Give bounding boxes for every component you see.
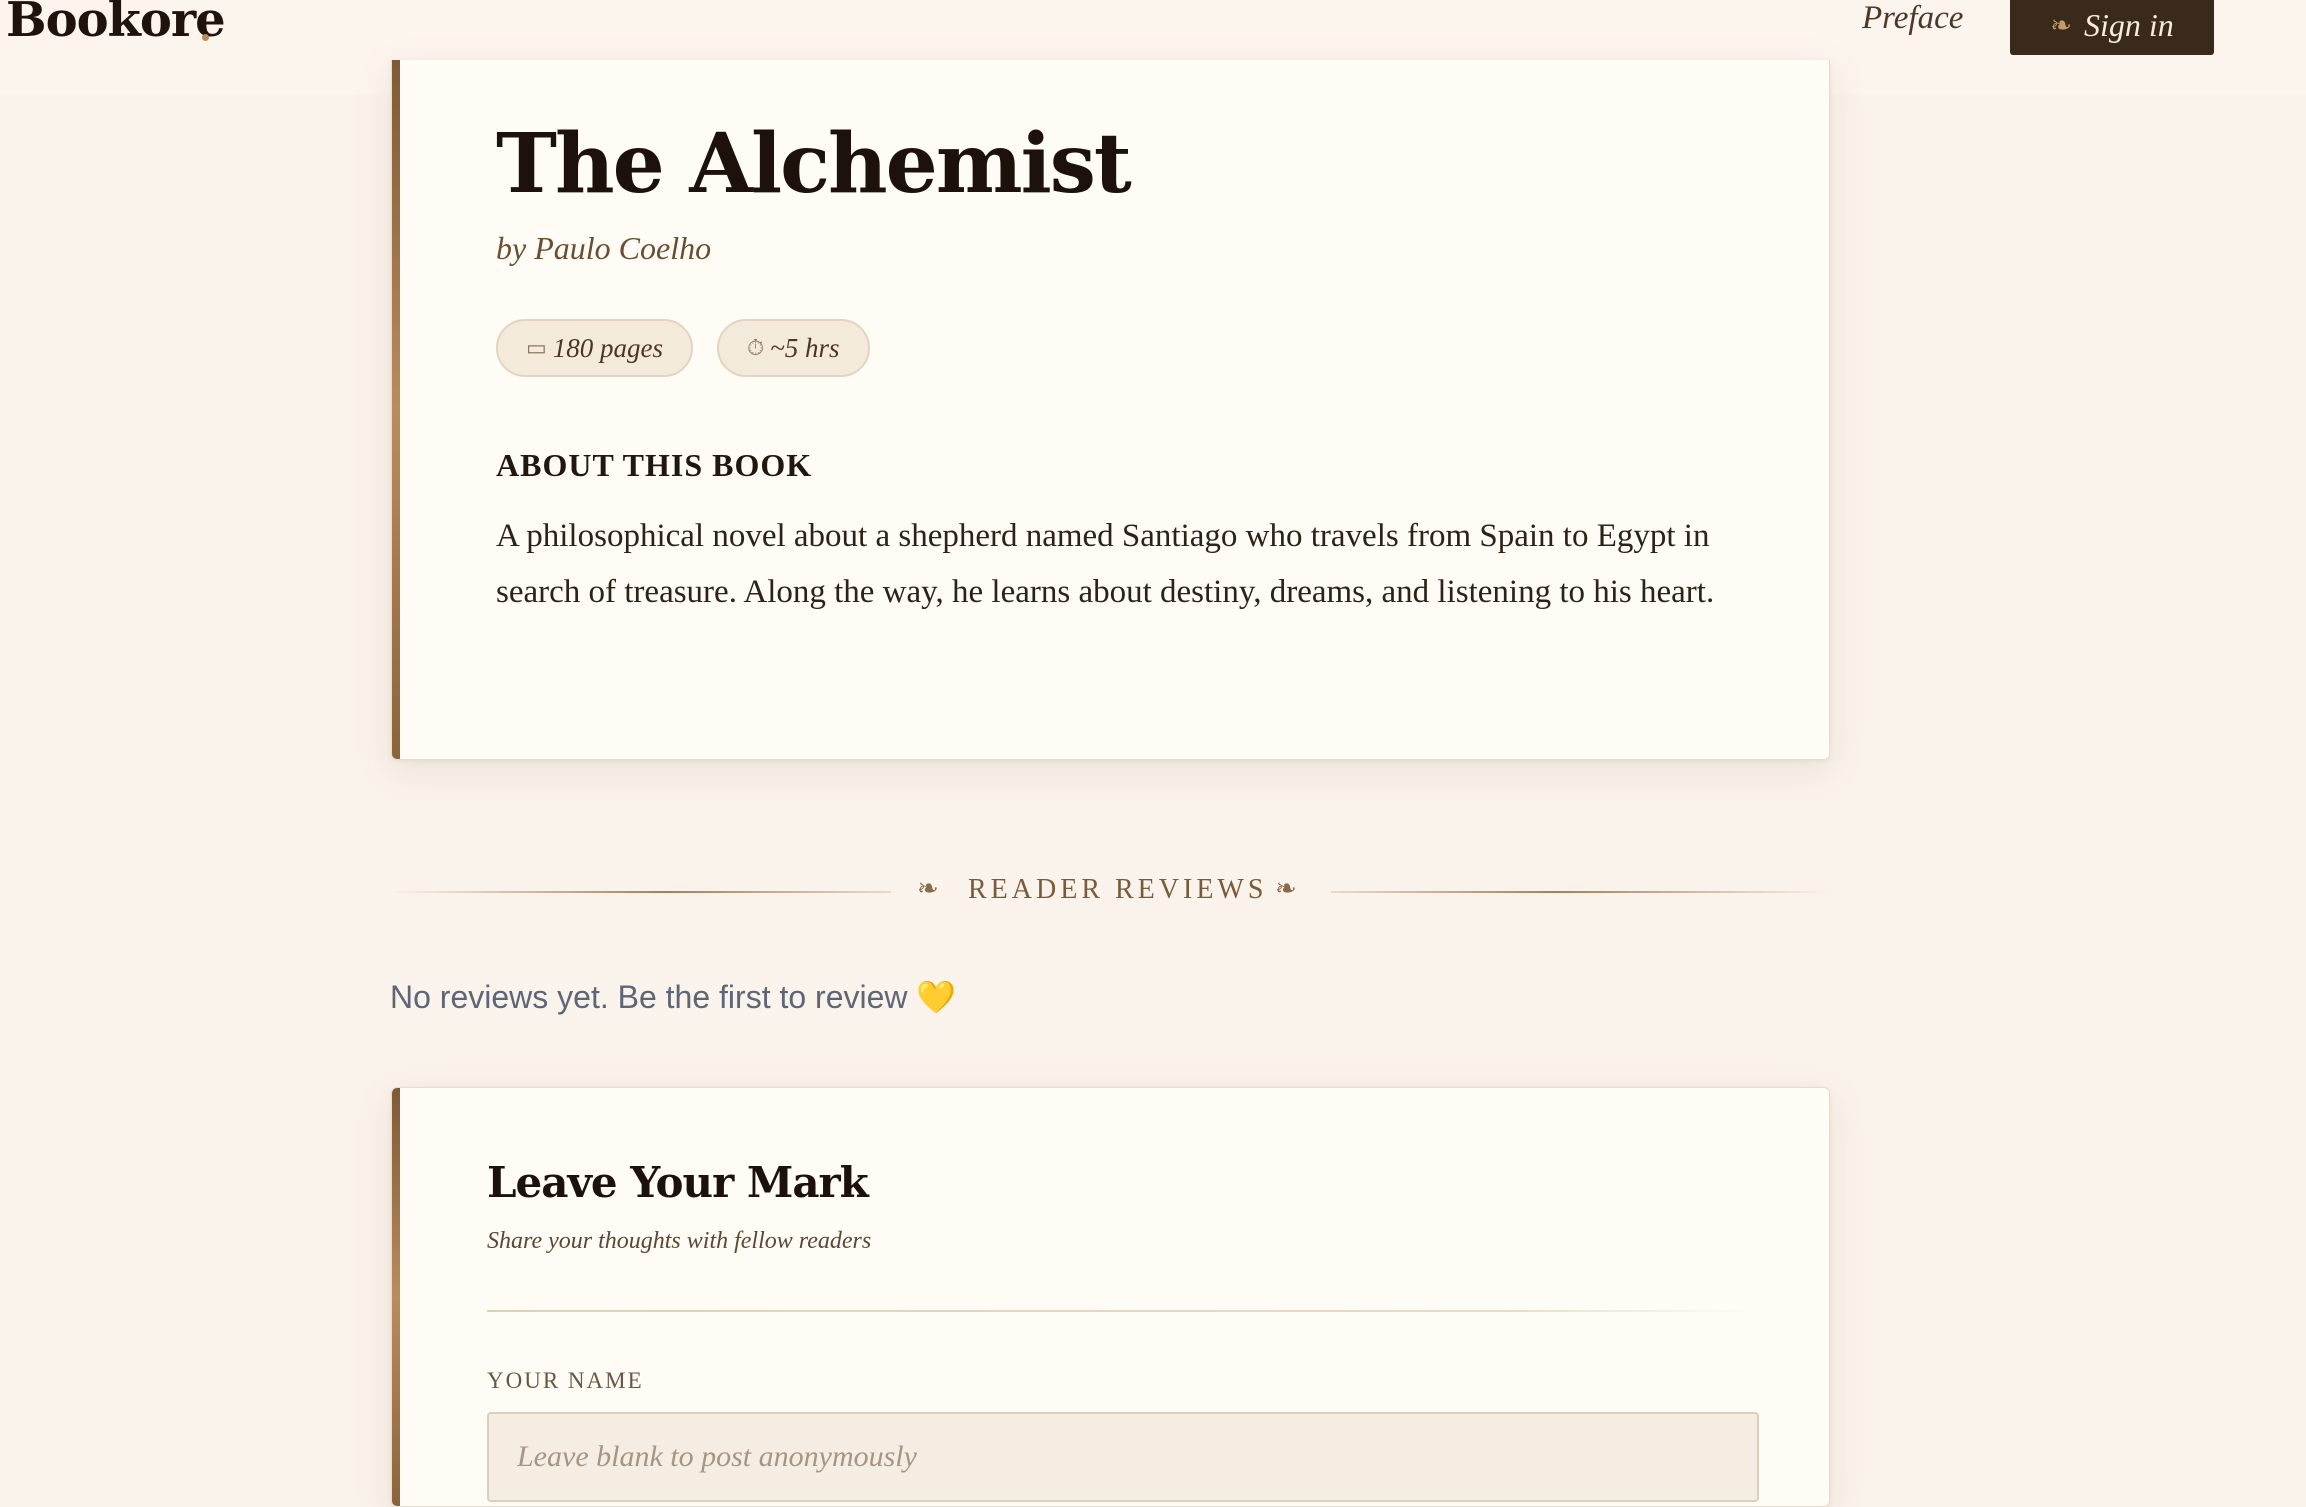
pages-badge: ▭ 180 pages xyxy=(496,319,694,377)
name-input[interactable] xyxy=(487,1412,1759,1502)
empty-reviews-text: No reviews yet. Be the first to review xyxy=(390,979,908,1015)
logo[interactable]: Bookore xyxy=(6,0,226,48)
empty-reviews-message: No reviews yet. Be the first to review 💛 xyxy=(390,978,956,1016)
stopwatch-icon: ⏱ xyxy=(747,335,765,360)
book-title: The Alchemist xyxy=(496,116,1132,212)
review-form-card: Leave Your Mark Share your thoughts with… xyxy=(391,1087,1830,1507)
reader-reviews-heading: READER REVIEWS xyxy=(968,874,1268,905)
reading-time-badge: ⏱ ~5 hrs xyxy=(717,319,870,377)
form-subtitle: Share your thoughts with fellow readers xyxy=(487,1228,872,1254)
reader-reviews-divider: ❧ READER REVIEWS ❧ xyxy=(391,870,1831,910)
fleuron-icon: ❧ xyxy=(2050,10,2072,40)
about-heading: ABOUT THIS BOOK xyxy=(496,447,813,483)
sign-in-label: Sign in xyxy=(2084,7,2174,43)
sign-in-button[interactable]: ❧ Sign in xyxy=(2010,0,2214,55)
logo-dot xyxy=(202,34,209,41)
name-field-label: YOUR NAME xyxy=(487,1368,644,1393)
reading-time: ~5 hrs xyxy=(770,332,840,363)
form-divider xyxy=(487,1310,1757,1312)
about-text: A philosophical novel about a shepherd n… xyxy=(496,518,1715,610)
nav-link-preface[interactable]: Preface xyxy=(1862,0,1963,37)
yellow-heart-icon: 💛 xyxy=(916,979,957,1015)
book-detail-card: The Alchemist by Paulo Coelho ▭ 180 page… xyxy=(391,60,1830,760)
fleuron-icon: ❧ xyxy=(1275,874,1297,904)
book-author: by Paulo Coelho xyxy=(496,230,712,266)
page-icon: ▭ xyxy=(526,335,547,360)
divider-line-right xyxy=(1331,891,1831,893)
divider-line-left xyxy=(391,891,891,893)
pages-count: 180 pages xyxy=(552,332,664,363)
fleuron-icon: ❧ xyxy=(917,874,939,904)
form-title: Leave Your Mark xyxy=(487,1158,869,1207)
